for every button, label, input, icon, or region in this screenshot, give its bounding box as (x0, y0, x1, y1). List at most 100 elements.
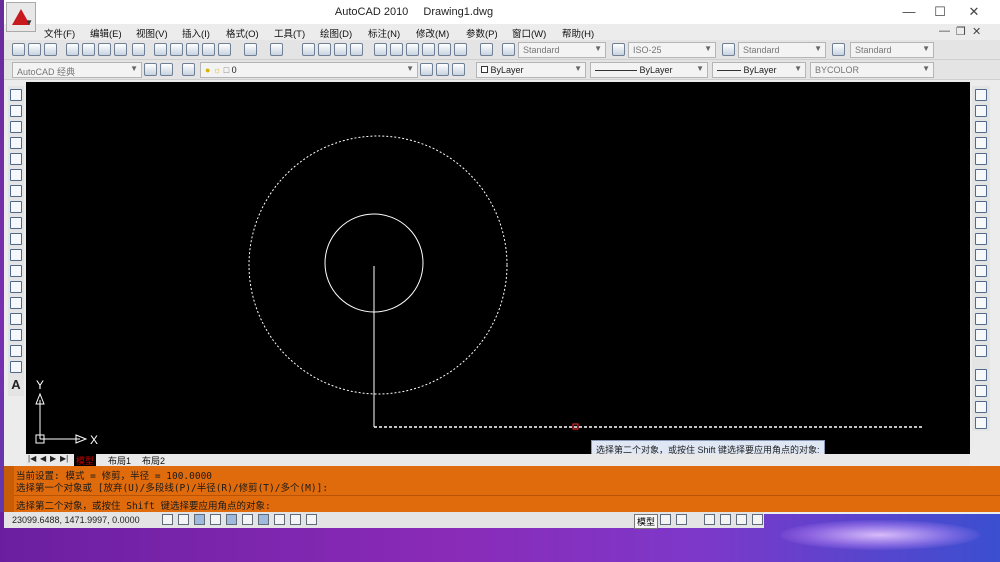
arc-icon[interactable] (10, 169, 22, 181)
copy-icon[interactable] (170, 43, 183, 56)
text-style-icon[interactable] (502, 43, 515, 56)
linetype-select[interactable]: ByLayer ▼ (590, 62, 708, 78)
quick-view-layouts-icon[interactable] (660, 514, 671, 525)
menu-dimension[interactable]: 标注(N) (368, 26, 400, 40)
ortho-mode-icon[interactable] (194, 514, 205, 525)
stretch-icon[interactable] (975, 217, 987, 229)
doc-minimize-icon[interactable]: — (939, 25, 950, 37)
multiline-text-icon[interactable]: A (10, 378, 22, 392)
layer-state-icon[interactable] (452, 63, 465, 76)
design-center-icon[interactable] (390, 43, 403, 56)
showmotion-icon[interactable] (752, 514, 763, 525)
mleader-style-icon[interactable] (832, 43, 845, 56)
dynamic-ucs-icon[interactable] (258, 514, 269, 525)
menu-format[interactable]: 格式(O) (226, 26, 259, 40)
plot-icon[interactable] (66, 43, 79, 56)
copy-object-icon[interactable] (975, 105, 987, 117)
extend-icon[interactable] (975, 249, 987, 261)
ellipse-arc-icon[interactable] (10, 249, 22, 261)
quickcalc-icon[interactable] (454, 43, 467, 56)
scale-icon[interactable] (975, 201, 987, 213)
doc-close-icon[interactable]: ✕ (972, 25, 981, 38)
construction-line-icon[interactable] (10, 105, 22, 117)
zoom-status-icon[interactable] (720, 514, 731, 525)
quick-properties-icon[interactable] (306, 514, 317, 525)
menu-edit[interactable]: 编辑(E) (90, 26, 122, 40)
text-style-select[interactable]: Standard ▼ (518, 42, 606, 58)
move-icon[interactable] (975, 169, 987, 181)
doc-restore-icon[interactable]: ❐ (956, 25, 966, 38)
close-icon[interactable]: ✕ (964, 4, 984, 20)
send-to-back-icon[interactable] (975, 401, 987, 413)
command-line-grip[interactable] (4, 466, 14, 512)
bring-to-front-icon[interactable] (975, 385, 987, 397)
zoom-realtime-icon[interactable] (318, 43, 331, 56)
3d-dwf-icon[interactable] (114, 43, 127, 56)
etransmit-icon[interactable] (132, 43, 145, 56)
gradient-icon[interactable] (10, 329, 22, 341)
table-style-select[interactable]: Standard ▼ (738, 42, 826, 58)
draw-order-icon[interactable] (975, 369, 987, 381)
prev-tab-icon[interactable]: ◀ (40, 454, 46, 463)
cut-icon[interactable] (154, 43, 167, 56)
grid-display-icon[interactable] (178, 514, 189, 525)
save-icon[interactable] (44, 43, 57, 56)
rectangle-icon[interactable] (10, 153, 22, 165)
object-snap-icon[interactable] (226, 514, 237, 525)
circle-icon[interactable] (10, 185, 22, 197)
erase-icon[interactable] (975, 89, 987, 101)
join-icon[interactable] (975, 297, 987, 309)
table-style-icon[interactable] (722, 43, 735, 56)
offset-icon[interactable] (975, 137, 987, 149)
polyline-icon[interactable] (10, 121, 22, 133)
application-menu-button[interactable]: ▼ (6, 2, 36, 32)
drawing-area[interactable]: Y X (26, 82, 970, 454)
make-block-icon[interactable] (10, 281, 22, 293)
make-current-layer-icon[interactable] (420, 63, 433, 76)
plotstyle-select[interactable]: BYCOLOR ▼ (810, 62, 934, 78)
command-prompt[interactable]: 选择第二个对象，或按住 Shift 键选择要应用角点的对象: (16, 498, 271, 512)
bring-above-icon[interactable] (975, 417, 987, 429)
zoom-previous-icon[interactable] (350, 43, 363, 56)
trim-icon[interactable] (975, 233, 987, 245)
lineweight-select[interactable]: ByLayer ▼ (712, 62, 806, 78)
table-icon[interactable] (10, 361, 22, 373)
region-icon[interactable] (10, 345, 22, 357)
menu-tools[interactable]: 工具(T) (274, 26, 305, 40)
open-icon[interactable] (28, 43, 41, 56)
revision-cloud-icon[interactable] (10, 201, 22, 213)
workspace-select[interactable]: AutoCAD 经典 ▼ (12, 62, 142, 78)
chamfer-icon[interactable] (975, 313, 987, 325)
steeringwheel-icon[interactable] (736, 514, 747, 525)
layer-properties-icon[interactable] (182, 63, 195, 76)
polar-tracking-icon[interactable] (210, 514, 221, 525)
fillet-icon[interactable] (975, 329, 987, 341)
menu-parametric[interactable]: 参数(P) (466, 26, 498, 40)
snap-mode-icon[interactable] (162, 514, 173, 525)
dim-style-select[interactable]: ISO-25 ▼ (628, 42, 716, 58)
mleader-style-select[interactable]: Standard ▼ (850, 42, 934, 58)
zoom-window-icon[interactable] (334, 43, 347, 56)
minimize-icon[interactable]: — (899, 4, 919, 19)
help-icon[interactable] (480, 43, 493, 56)
line-icon[interactable] (10, 89, 22, 101)
menu-window[interactable]: 窗口(W) (512, 26, 546, 40)
array-icon[interactable] (975, 153, 987, 165)
tool-palettes-icon[interactable] (406, 43, 419, 56)
menu-help[interactable]: 帮助(H) (562, 26, 594, 40)
redo-icon[interactable] (270, 43, 283, 56)
layer-previous-icon[interactable] (436, 63, 449, 76)
pan-icon[interactable] (302, 43, 315, 56)
properties-icon[interactable] (374, 43, 387, 56)
polygon-icon[interactable] (10, 137, 22, 149)
markup-icon[interactable] (438, 43, 451, 56)
undo-icon[interactable] (244, 43, 257, 56)
model-space-button[interactable]: 模型 (634, 514, 659, 529)
match-properties-icon[interactable] (202, 43, 215, 56)
ellipse-icon[interactable] (10, 233, 22, 245)
break-icon[interactable] (975, 281, 987, 293)
block-editor-icon[interactable] (218, 43, 231, 56)
sheet-set-icon[interactable] (422, 43, 435, 56)
dim-style-icon[interactable] (612, 43, 625, 56)
selected-outer-circle[interactable] (248, 135, 508, 395)
